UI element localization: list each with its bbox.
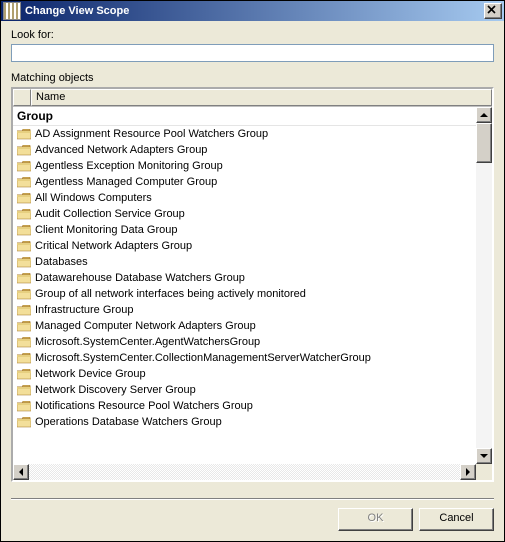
list-item[interactable]: Network Discovery Server Group <box>13 382 476 398</box>
list-item-label: AD Assignment Resource Pool Watchers Gro… <box>33 128 474 140</box>
object-list: Name Group AD Assignment Resource Pool Wa… <box>11 87 494 482</box>
dialog-footer: OK Cancel <box>1 500 504 541</box>
folder-icon <box>15 369 33 380</box>
list-item[interactable]: Agentless Managed Computer Group <box>13 174 476 190</box>
folder-icon <box>15 321 33 332</box>
folder-icon <box>15 401 33 412</box>
list-item[interactable]: AD Assignment Resource Pool Watchers Gro… <box>13 126 476 142</box>
scroll-right-button[interactable] <box>460 464 476 480</box>
list-item-label: Operations Database Watchers Group <box>33 416 474 428</box>
scroll-thumb[interactable] <box>476 123 492 163</box>
list-item[interactable]: All Windows Computers <box>13 190 476 206</box>
list-item[interactable]: Audit Collection Service Group <box>13 206 476 222</box>
dialog-window: Change View Scope Look for: Matching obj… <box>0 0 505 542</box>
list-item-label: Group of all network interfaces being ac… <box>33 288 474 300</box>
cancel-button[interactable]: Cancel <box>419 508 494 531</box>
folder-icon <box>15 257 33 268</box>
list-item[interactable]: Agentless Exception Monitoring Group <box>13 158 476 174</box>
folder-icon <box>15 177 33 188</box>
column-header-icon[interactable] <box>13 89 31 106</box>
list-item-label: Microsoft.SystemCenter.CollectionManagem… <box>33 352 474 364</box>
folder-icon <box>15 273 33 284</box>
list-item[interactable]: Infrastructure Group <box>13 302 476 318</box>
scroll-corner <box>476 464 492 480</box>
list-header[interactable]: Name <box>13 89 492 107</box>
list-item[interactable]: Network Device Group <box>13 366 476 382</box>
list-item-label: Agentless Managed Computer Group <box>33 176 474 188</box>
list-item-label: Microsoft.SystemCenter.AgentWatchersGrou… <box>33 336 474 348</box>
list-item-label: Network Device Group <box>33 368 474 380</box>
folder-icon <box>15 305 33 316</box>
list-item[interactable]: Notifications Resource Pool Watchers Gro… <box>13 398 476 414</box>
folder-icon <box>15 353 33 364</box>
group-header: Group <box>13 107 476 126</box>
folder-icon <box>15 193 33 204</box>
list-item-label: Advanced Network Adapters Group <box>33 144 474 156</box>
search-label: Look for: <box>11 29 494 41</box>
window-title: Change View Scope <box>25 5 484 17</box>
list-item[interactable]: Microsoft.SystemCenter.AgentWatchersGrou… <box>13 334 476 350</box>
scroll-track[interactable] <box>476 163 492 448</box>
dialog-body: Look for: Matching objects Name Group AD … <box>1 21 504 492</box>
folder-icon <box>15 225 33 236</box>
list-item[interactable]: Datawarehouse Database Watchers Group <box>13 270 476 286</box>
list-item-label: Network Discovery Server Group <box>33 384 474 396</box>
list-item[interactable]: Managed Computer Network Adapters Group <box>13 318 476 334</box>
list-item-label: Datawarehouse Database Watchers Group <box>33 272 474 284</box>
list-body: Group AD Assignment Resource Pool Watcher… <box>13 107 492 480</box>
list-item[interactable]: Operations Database Watchers Group <box>13 414 476 430</box>
title-bar[interactable]: Change View Scope <box>1 1 504 21</box>
list-item-label: Audit Collection Service Group <box>33 208 474 220</box>
list-item-label: Infrastructure Group <box>33 304 474 316</box>
list-item[interactable]: Microsoft.SystemCenter.CollectionManagem… <box>13 350 476 366</box>
folder-icon <box>15 241 33 252</box>
horizontal-scrollbar[interactable] <box>13 464 476 480</box>
scroll-track-h[interactable] <box>29 464 460 480</box>
scroll-left-button[interactable] <box>13 464 29 480</box>
folder-icon <box>15 289 33 300</box>
list-item[interactable]: Databases <box>13 254 476 270</box>
folder-icon <box>15 161 33 172</box>
list-item-label: Managed Computer Network Adapters Group <box>33 320 474 332</box>
folder-icon <box>15 129 33 140</box>
vertical-scrollbar[interactable] <box>476 107 492 464</box>
ok-button[interactable]: OK <box>338 508 413 531</box>
scroll-up-button[interactable] <box>476 107 492 123</box>
folder-icon <box>15 385 33 396</box>
search-input[interactable] <box>11 44 494 62</box>
list-item[interactable]: Client Monitoring Data Group <box>13 222 476 238</box>
list-item[interactable]: Group of all network interfaces being ac… <box>13 286 476 302</box>
list-item-label: Agentless Exception Monitoring Group <box>33 160 474 172</box>
list-rows[interactable]: Group AD Assignment Resource Pool Watcher… <box>13 107 476 464</box>
list-item-label: Client Monitoring Data Group <box>33 224 474 236</box>
list-caption: Matching objects <box>11 72 494 84</box>
system-icon <box>3 2 21 20</box>
folder-icon <box>15 417 33 428</box>
column-header-name[interactable]: Name <box>31 89 492 106</box>
folder-icon <box>15 145 33 156</box>
scroll-down-button[interactable] <box>476 448 492 464</box>
list-item[interactable]: Advanced Network Adapters Group <box>13 142 476 158</box>
close-button[interactable] <box>484 3 502 19</box>
list-item-label: All Windows Computers <box>33 192 474 204</box>
list-item[interactable]: Critical Network Adapters Group <box>13 238 476 254</box>
list-item-label: Critical Network Adapters Group <box>33 240 474 252</box>
folder-icon <box>15 337 33 348</box>
folder-icon <box>15 209 33 220</box>
list-item-label: Notifications Resource Pool Watchers Gro… <box>33 400 474 412</box>
list-item-label: Databases <box>33 256 474 268</box>
